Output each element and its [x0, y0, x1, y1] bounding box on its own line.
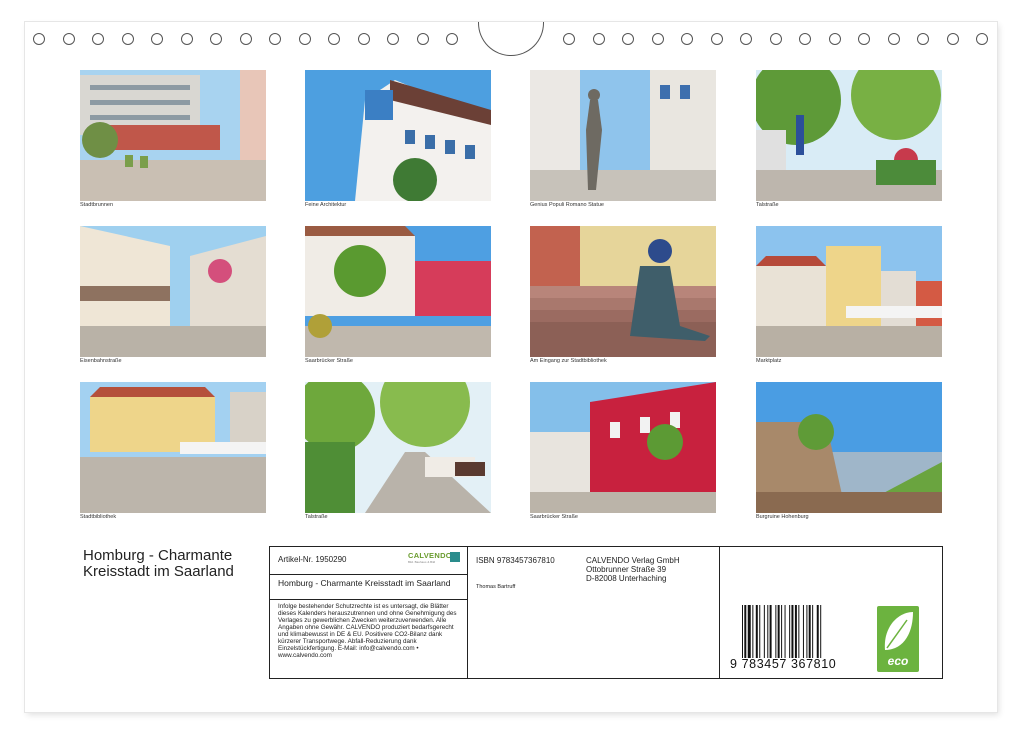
binding-hole — [592, 33, 605, 45]
barcode-bar — [744, 605, 747, 658]
info-column-isbn: ISBN 9783457367810 Thomas Bartruff CALVE… — [468, 547, 720, 678]
binding-hole — [681, 33, 693, 45]
barcode-bar — [752, 605, 754, 658]
eco-badge: eco — [877, 606, 919, 672]
photo-stadtbibliothek — [80, 382, 266, 513]
binding-hole — [917, 33, 929, 45]
photo-am-eingang-stadtbibliothek — [530, 226, 716, 357]
photo-caption: Saarbrücker Straße — [305, 358, 353, 364]
photo-caption: Eisenbahnstraße — [80, 358, 122, 364]
eco-label: eco — [887, 654, 909, 668]
binding-hole — [828, 33, 841, 45]
binding-hole — [740, 33, 752, 45]
barcode-bar — [767, 605, 769, 658]
binding-hole — [387, 33, 399, 45]
binding-hole — [210, 33, 222, 45]
binding-hole — [269, 33, 281, 45]
calvendo-logo: CALVENDO Bild. Bauhaus & Bild — [408, 551, 460, 564]
binding-hole — [180, 33, 193, 45]
isbn: ISBN 9783457367810 — [476, 556, 555, 565]
barcode-bar — [775, 605, 777, 658]
binding-hole — [151, 33, 163, 45]
calvendo-logo-mark-icon — [450, 552, 460, 562]
binding-hole — [887, 33, 900, 45]
binding-hole — [710, 33, 723, 45]
barcode-bar — [794, 605, 797, 658]
barcode-bar — [781, 605, 783, 658]
barcode-bar — [742, 605, 743, 658]
binding-hole — [651, 33, 664, 45]
photo-caption: Talstraße — [305, 514, 328, 520]
barcode-bar — [759, 605, 761, 658]
photo-genius-populi — [530, 70, 716, 201]
binding-hole — [858, 33, 870, 45]
barcode-bar — [816, 605, 819, 658]
binding-hole — [62, 33, 75, 45]
photo-marktplatz — [756, 226, 942, 357]
photo-caption: Marktplatz — [756, 358, 782, 364]
photo-burgruine-hohenburg — [756, 382, 942, 513]
photo-caption: Am Eingang zur Stadtbibliothek — [530, 358, 607, 364]
isbn-barcode — [742, 605, 822, 658]
barcode-bar — [806, 605, 808, 658]
barcode-bar — [763, 605, 765, 658]
photo-eisenbahnstrasse — [80, 226, 266, 357]
publisher-tagline: Bild. Bauhaus & Bild — [408, 560, 436, 564]
binding-hole — [416, 33, 429, 45]
calendar-title: Homburg - Charmante Kreisstadt im Saarla… — [83, 547, 234, 580]
photo-caption: Talstraße — [756, 202, 779, 208]
binding-hole — [357, 33, 370, 45]
photo-caption: Genius Populi Romano Statue — [530, 202, 604, 208]
photo-saarbruecker-strasse — [305, 226, 491, 357]
publisher-address: CALVENDO Verlag GmbH Ottobrunner Straße … — [586, 556, 680, 583]
product-title: Homburg - Charmante Kreisstadt im Saarla… — [278, 578, 451, 588]
binding-hole — [976, 33, 988, 45]
barcode-bar — [802, 605, 804, 658]
barcode-bar — [784, 605, 786, 658]
barcode-bar — [798, 605, 800, 658]
barcode-bar — [777, 605, 780, 658]
article-number: Artikel-Nr. 1950290 — [278, 555, 347, 564]
photo-caption: Saarbrücker Straße — [530, 514, 578, 520]
binding-hole — [799, 33, 811, 45]
barcode-bar — [747, 605, 751, 658]
barcode-bar — [812, 605, 814, 658]
photo-talstrasse — [756, 70, 942, 201]
barcode-bar — [789, 605, 791, 658]
binding-hole — [769, 33, 782, 45]
barcode-bar — [791, 605, 794, 658]
binding-hole — [33, 33, 45, 45]
photo-caption: Feine Architektur — [305, 202, 347, 208]
photo-caption: Stadtbrunnen — [80, 202, 114, 208]
barcode-number: 9 783457 367810 — [730, 657, 837, 671]
photo-feine-architektur — [305, 70, 491, 201]
photo-caption: Stadtbibliothek — [80, 514, 117, 520]
photo-saarbruecker-strasse-2 — [530, 382, 716, 513]
address-line: D-82008 Unterhaching — [586, 574, 667, 583]
binding-hole — [563, 33, 575, 45]
binding-hole — [446, 33, 458, 45]
author: Thomas Bartruff — [476, 584, 516, 590]
binding-hole — [622, 33, 634, 45]
binding-hole — [298, 33, 311, 45]
info-column-article: Artikel-Nr. 1950290 CALVENDO Bild. Bauha… — [270, 547, 468, 678]
address-line: Ottobrunner Straße 39 — [586, 565, 667, 574]
barcode-bar — [820, 605, 822, 658]
binding-hole — [121, 33, 134, 45]
legal-text: Infolge bestehender Schutzrechte ist es … — [278, 603, 457, 659]
barcode-bar — [769, 605, 772, 658]
photo-stadtbrunnen — [80, 70, 266, 201]
barcode-bar — [808, 605, 811, 658]
binding-hole — [239, 33, 252, 45]
binding-hole — [328, 33, 340, 45]
photo-talstrasse-2 — [305, 382, 491, 513]
address-line: CALVENDO Verlag GmbH — [586, 556, 680, 565]
publisher-logo-text: CALVENDO — [408, 551, 452, 560]
binding-hole — [946, 33, 959, 45]
barcode-bar — [755, 605, 758, 658]
binding-hole — [92, 33, 104, 45]
photo-caption: Burgruine Hohenburg — [756, 514, 809, 520]
